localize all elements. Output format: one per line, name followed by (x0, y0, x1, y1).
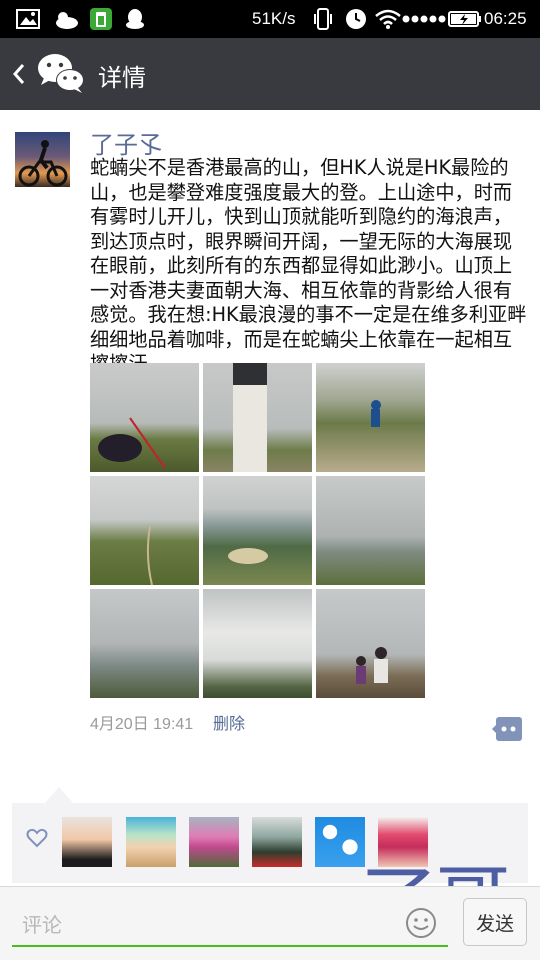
post-text: 蛇蝻尖不是香港最高的山，但HK人说是HK最险的山，也是攀登难度强度最大的登。上山… (90, 156, 527, 375)
photo-1[interactable] (90, 363, 199, 472)
photo-6[interactable] (316, 476, 425, 585)
wechat-logo-icon (38, 54, 84, 93)
network-speed: 51K/s (252, 9, 296, 28)
alarm-icon (346, 9, 366, 29)
heart-icon (26, 828, 48, 848)
status-bar: 51K/s 06:25 (0, 0, 540, 38)
liker-avatar-5[interactable] (315, 817, 365, 867)
signal-dots-icon (402, 15, 446, 23)
avatar[interactable] (15, 132, 70, 187)
photo-grid (90, 363, 426, 699)
likes-pointer (45, 787, 73, 803)
emoji-icon[interactable] (405, 907, 437, 939)
comment-bubble-icon[interactable] (492, 717, 522, 741)
wifi-icon (375, 9, 401, 29)
vibrate-icon (314, 8, 332, 30)
title-bar: 详情 (0, 38, 540, 110)
back-arrow-icon[interactable] (12, 62, 26, 86)
post-time: 4月20日 19:41 (90, 716, 194, 733)
gallery-icon (16, 9, 40, 29)
photo-8[interactable] (203, 589, 312, 698)
liker-avatar-4[interactable] (252, 817, 302, 867)
photo-4[interactable] (90, 476, 199, 585)
battery-saver-icon (90, 8, 112, 30)
weather-icon (56, 12, 78, 29)
photo-5[interactable] (203, 476, 312, 585)
delete-link[interactable]: 删除 (213, 710, 245, 734)
qq-icon (126, 9, 144, 29)
liker-avatar-2[interactable] (126, 817, 176, 867)
battery-icon (448, 11, 481, 27)
comment-input[interactable] (12, 905, 448, 947)
photo-3[interactable] (316, 363, 425, 472)
page-title: 详情 (98, 64, 146, 92)
photo-7[interactable] (90, 589, 199, 698)
liker-avatar-3[interactable] (189, 817, 239, 867)
send-button[interactable]: 发送 (463, 898, 527, 946)
liker-avatar-1[interactable] (62, 817, 112, 867)
post-username[interactable]: 了子孓 (90, 125, 162, 160)
photo-2[interactable] (203, 363, 312, 472)
clock: 06:25 (484, 9, 527, 28)
photo-9[interactable] (316, 589, 425, 698)
